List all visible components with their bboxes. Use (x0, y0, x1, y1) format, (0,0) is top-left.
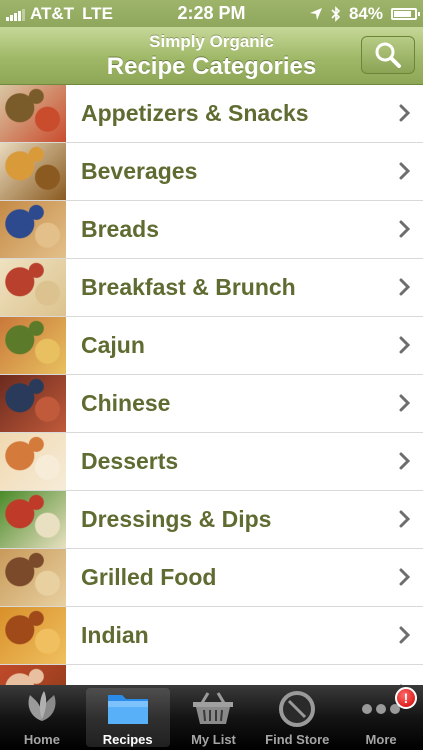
navigation-bar: Simply Organic Recipe Categories (0, 27, 423, 85)
category-thumbnail (0, 491, 66, 548)
basket-icon (190, 689, 236, 730)
category-row[interactable]: Breads (0, 201, 423, 259)
category-row[interactable]: Beverages (0, 143, 423, 201)
notification-badge: ! (394, 687, 417, 709)
tab-label: My List (191, 732, 236, 747)
page-title: Recipe Categories (106, 53, 317, 80)
category-row[interactable]: Cajun (0, 317, 423, 375)
compass-icon (277, 689, 317, 732)
category-label: Desserts (81, 448, 179, 474)
chevron-right-icon (399, 452, 411, 470)
category-row[interactable]: Desserts (0, 433, 423, 491)
chevron-right-icon (399, 394, 411, 412)
search-button[interactable] (361, 36, 415, 74)
category-thumbnail (0, 259, 66, 316)
category-label: Breakfast & Brunch (81, 274, 296, 300)
tab-recipes[interactable]: Recipes (85, 688, 170, 747)
category-label: Beverages (81, 158, 198, 184)
tab-find-store[interactable]: Find Store (255, 685, 339, 750)
tab-home[interactable]: Home (0, 685, 84, 750)
chevron-right-icon (399, 336, 411, 354)
category-row[interactable]: Chinese (0, 375, 423, 433)
category-row[interactable]: Grilled Food (0, 549, 423, 607)
tab-bar: Home Recipes My List Find Store More! (0, 685, 423, 750)
tab-label: More (365, 732, 397, 747)
folder-icon (105, 689, 151, 730)
category-row[interactable]: Indian (0, 607, 423, 665)
category-label: Appetizers & Snacks (81, 100, 309, 126)
category-list[interactable]: Appetizers & Snacks Beverages Breads Breakf… (0, 85, 423, 685)
category-thumbnail (0, 665, 66, 685)
chevron-right-icon (399, 104, 411, 122)
chevron-right-icon (399, 220, 411, 238)
bluetooth-icon (331, 6, 341, 22)
category-label: Cajun (81, 332, 145, 358)
tab-label: Home (23, 732, 60, 747)
tab-label: Find Store (265, 732, 330, 747)
battery-icon (391, 8, 420, 20)
tab-my-list[interactable]: My List (172, 685, 256, 750)
location-arrow-icon (309, 8, 322, 20)
category-label: Grilled Food (81, 564, 217, 590)
category-row[interactable]: Dressings & Dips (0, 491, 423, 549)
category-label: Breads (81, 216, 159, 242)
leaf-icon (22, 689, 62, 728)
category-thumbnail (0, 85, 66, 142)
chevron-right-icon (399, 626, 411, 644)
category-label: Indian (81, 622, 149, 648)
magnifier-icon (375, 42, 401, 68)
category-row[interactable]: Appetizers & Snacks (0, 85, 423, 143)
category-thumbnail (0, 143, 66, 200)
category-row[interactable] (0, 665, 423, 685)
chevron-right-icon (399, 278, 411, 296)
category-thumbnail (0, 607, 66, 664)
status-bar: AT&T LTE 2:28 PM 84% (0, 0, 423, 27)
category-thumbnail (0, 317, 66, 374)
category-label: Dressings & Dips (81, 506, 272, 532)
chevron-right-icon (399, 510, 411, 528)
category-thumbnail (0, 375, 66, 432)
category-thumbnail (0, 201, 66, 258)
battery-percent: 84% (348, 4, 383, 23)
status-right: 84% (309, 4, 420, 24)
chevron-right-icon (399, 568, 411, 586)
tab-label: Recipes (102, 732, 153, 747)
tab-more[interactable]: More! (339, 685, 423, 750)
app-subtitle: Simply Organic (149, 32, 274, 51)
category-label: Chinese (81, 390, 171, 416)
category-row[interactable]: Breakfast & Brunch (0, 259, 423, 317)
category-thumbnail (0, 549, 66, 606)
chevron-right-icon (399, 162, 411, 180)
category-thumbnail (0, 433, 66, 490)
